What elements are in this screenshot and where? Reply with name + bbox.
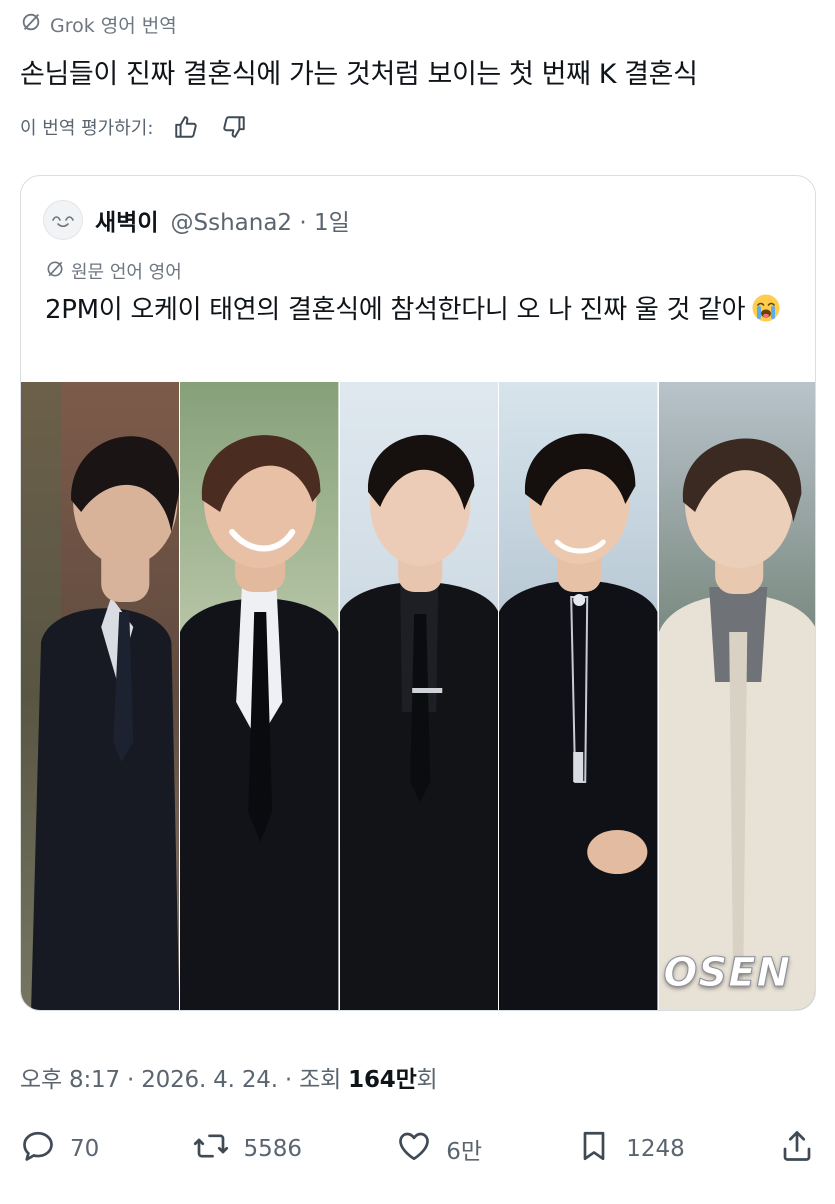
- photo-panel-2: [179, 382, 339, 1010]
- osen-watermark: OSEN: [663, 950, 792, 997]
- repost-count: 5586: [243, 1136, 303, 1162]
- thumbs-up-icon[interactable]: [171, 112, 201, 142]
- photo-panel-4: [498, 382, 658, 1010]
- post-metadata: 오후 8:17 · 2026. 4. 24. · 조회 164만회: [20, 1060, 438, 1094]
- quoted-post-header: 새벽이 @Sshana2 · 1일: [43, 199, 350, 241]
- bookmark-icon: [576, 1128, 612, 1170]
- thumbs-down-icon[interactable]: [219, 112, 249, 142]
- reply-count: 70: [70, 1136, 100, 1162]
- quoted-author-name[interactable]: 새벽이: [95, 203, 158, 237]
- bookmark-count: 1248: [626, 1136, 685, 1162]
- like-count: 6만: [446, 1139, 483, 1165]
- repost-button[interactable]: 5586: [193, 1128, 302, 1170]
- translated-post-text: 손님들이 진짜 결혼식에 가는 것처럼 보이는 첫 번째 K 결혼식: [20, 59, 698, 90]
- view-count-suffix: 회: [416, 1067, 438, 1093]
- loudly-crying-face-icon: [751, 293, 781, 323]
- like-button[interactable]: 6만: [396, 1128, 482, 1170]
- bookmark-button[interactable]: 1248: [576, 1128, 685, 1170]
- quoted-post-body: 2PM이 오케이 태연의 결혼식에 참석한다니 오 나 진짜 울 것 같아: [45, 295, 746, 325]
- photo-panel-5: OSEN: [657, 382, 815, 1010]
- repost-icon: [193, 1128, 229, 1170]
- photo-panel-3: [338, 382, 499, 1010]
- photo-panel-1: [21, 382, 180, 1010]
- post-time-date[interactable]: 오후 8:17 · 2026. 4. 24. · 조회: [20, 1067, 348, 1093]
- share-icon: [779, 1128, 815, 1170]
- reply-button[interactable]: 70: [20, 1128, 99, 1170]
- avatar[interactable]: [43, 200, 83, 240]
- grok-banner-label: Grok 영어 번역: [50, 14, 177, 37]
- heart-icon: [396, 1128, 432, 1170]
- view-count: 164만: [348, 1067, 417, 1093]
- original-language-label: 원문 언어 영어: [71, 262, 182, 283]
- grok-translation-banner: Grok 영어 번역: [20, 10, 177, 38]
- original-language-note: 원문 언어 영어: [45, 258, 182, 284]
- translation-slash-icon: [45, 259, 65, 284]
- quoted-post-card[interactable]: 새벽이 @Sshana2 · 1일 원문 언어 영어 2PM이 오케이 태연의 …: [20, 175, 816, 1011]
- attached-photo[interactable]: OSEN: [21, 382, 815, 1010]
- translation-slash-icon: [20, 11, 42, 38]
- rate-translation-row: 이 번역 평가하기:: [20, 110, 249, 144]
- share-button[interactable]: [779, 1128, 815, 1170]
- action-bar: 70 5586 6만 1248: [20, 1124, 815, 1174]
- quoted-author-handle: @Sshana2 · 1일: [170, 210, 350, 236]
- rate-translation-label: 이 번역 평가하기:: [20, 118, 154, 139]
- reply-icon: [20, 1128, 56, 1170]
- quoted-post-text: 2PM이 오케이 태연의 결혼식에 참석한다니 오 나 진짜 울 것 같아: [45, 289, 795, 331]
